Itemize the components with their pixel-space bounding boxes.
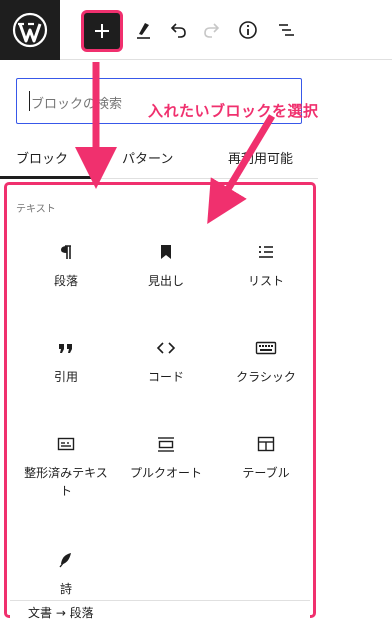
tools-button[interactable] [128,14,160,46]
block-label: クラシック [236,370,296,384]
keyboard-icon [255,341,277,355]
block-label: テーブル [242,466,290,480]
undo-button[interactable] [162,14,194,46]
preformatted-icon [57,437,75,451]
top-toolbar [0,0,392,60]
block-label: プルクオート [129,466,202,480]
block-label: 引用 [53,370,78,384]
breadcrumb-text: 文書 → 段落 [28,606,94,620]
redo-button[interactable] [196,14,228,46]
block-label: 見出し [147,274,184,288]
block-label: 詩 [59,582,72,596]
add-block-button[interactable] [84,13,120,49]
paragraph-icon [61,245,71,259]
list-icon [259,246,273,258]
redo-icon [204,23,220,38]
text-caret [29,91,30,111]
wordpress-logo[interactable] [0,0,60,60]
block-preformatted[interactable]: 整形済みテキスト [14,424,118,514]
table-icon [257,436,275,452]
block-classic[interactable]: クラシック [214,328,318,418]
block-list[interactable]: リスト [214,232,318,322]
tab-patterns[interactable]: パターン [122,148,173,167]
list-view-button[interactable] [270,14,302,46]
block-label: リスト [247,274,284,288]
quote-icon [59,344,72,353]
pullquote-icon [158,437,174,452]
block-heading[interactable]: 見出し [114,232,218,322]
block-label: コード [147,370,184,384]
pencil-icon [137,23,150,39]
block-label: 段落 [53,274,78,288]
block-quote[interactable]: 引用 [14,328,118,418]
tab-blocks[interactable]: ブロック [16,148,68,167]
breadcrumb: 文書 → 段落 [10,600,310,620]
undo-icon [170,23,186,38]
details-button[interactable] [232,14,264,46]
plus-icon [95,24,109,38]
block-paragraph[interactable]: 段落 [14,232,118,322]
wordpress-icon [12,12,48,48]
bookmark-icon [161,245,171,259]
block-table[interactable]: テーブル [214,424,318,514]
category-heading: テキスト [16,204,56,215]
block-code[interactable]: コード [114,328,218,418]
code-icon [156,342,176,354]
feather-icon [59,553,71,568]
block-label: 整形済みテキスト [24,466,108,498]
editor-canvas-edge [318,60,392,622]
search-placeholder: ブロックの検索 [31,97,123,112]
active-tab-indicator [0,176,96,179]
info-icon [239,21,257,39]
list-view-icon [279,24,294,36]
block-pullquote[interactable]: プルクオート [114,424,218,514]
annotation-label: 入れたいブロックを選択 [148,102,319,120]
tab-reusable[interactable]: 再利用可能 [228,148,293,167]
